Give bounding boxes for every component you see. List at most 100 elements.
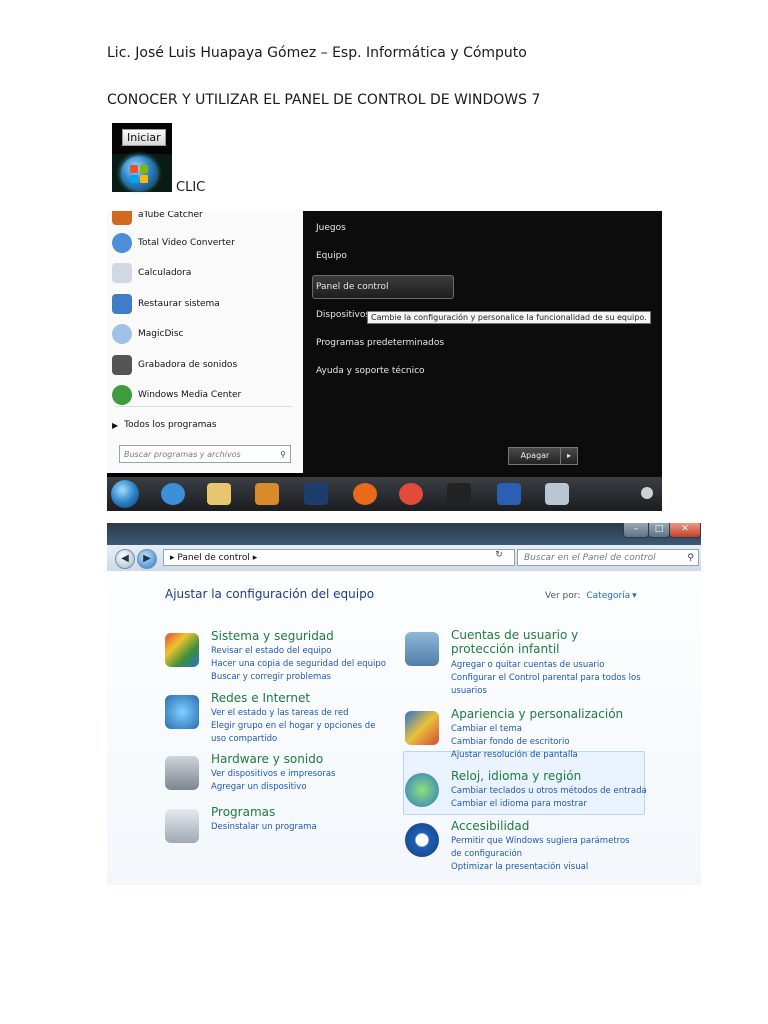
category-link[interactable]: Cambiar fondo de escritorio [451, 736, 651, 749]
shutdown-options-button[interactable]: ▸ [560, 447, 578, 465]
category-link[interactable]: Elegir grupo en el hogar y opciones de u… [211, 720, 391, 746]
windows-orb-icon [121, 156, 157, 190]
navigation-bar: ◀ ▶ ▸ Panel de control ▸ ↻ Buscar en el … [107, 545, 701, 571]
close-button[interactable]: ✕ [669, 523, 701, 538]
category-link[interactable]: Ver dispositivos e impresoras [211, 768, 411, 781]
start-item-atube[interactable]: aTube Catcher [112, 211, 203, 229]
panel-control-tooltip: Cambie la configuración y personalice la… [367, 311, 651, 324]
category-link[interactable]: Ver el estado y las tareas de red [211, 707, 391, 720]
category-accesibilidad: Accesibilidad Permitir que Windows sugie… [405, 819, 645, 875]
printer-icon [165, 756, 199, 790]
atube-icon [112, 211, 132, 225]
start-item-total-video[interactable]: Total Video Converter [112, 229, 235, 257]
start-menu-divider [115, 406, 293, 407]
arrow-right-icon: ▶ [112, 420, 119, 430]
start-search-input[interactable]: Buscar programas y archivos ⚲ [119, 445, 291, 463]
maximize-button[interactable]: □ [648, 523, 670, 538]
category-programas: Programas Desinstalar un programa [165, 805, 405, 845]
control-panel-screenshot: – □ ✕ ◀ ▶ ▸ Panel de control ▸ ↻ Buscar … [107, 523, 701, 885]
refresh-icon[interactable]: ↻ [491, 550, 507, 565]
breadcrumb-arrow-icon: ▸ [249, 553, 258, 563]
view-by-selector: Ver por: Categoría ▾ [545, 591, 637, 601]
start-item-media-center[interactable]: Windows Media Center [112, 381, 241, 409]
magicdisc-icon [112, 324, 132, 344]
start-item-restaurar[interactable]: Restaurar sistema [112, 290, 220, 318]
category-link[interactable]: Agregar un dispositivo [211, 781, 411, 794]
paint-icon[interactable] [545, 483, 569, 505]
all-programs-link[interactable]: ▶ Todos los programas [112, 411, 217, 439]
control-panel-content: Ajustar la configuración del equipo Ver … [107, 571, 701, 885]
category-link[interactable]: Desinstalar un programa [211, 821, 411, 834]
author-line: Lic. José Luis Huapaya Gómez – Esp. Info… [107, 45, 527, 61]
category-link[interactable]: Configurar el Control parental para todo… [451, 672, 641, 698]
chrome-icon[interactable] [399, 483, 423, 505]
start-menu-right-pane: Juegos Equipo Panel de control Dispositi… [303, 211, 662, 477]
start-item-grabadora[interactable]: Grabadora de sonidos [112, 351, 237, 379]
media-player-icon[interactable] [255, 483, 279, 505]
accessibility-icon [405, 823, 439, 857]
programs-icon [165, 809, 199, 843]
category-link[interactable]: Revisar el estado del equipo [211, 645, 411, 658]
total-video-icon [112, 233, 132, 253]
photoshop-icon[interactable] [304, 483, 328, 505]
category-link[interactable]: Cambiar teclados u otros métodos de entr… [451, 785, 651, 798]
category-title[interactable]: Accesibilidad [451, 819, 529, 833]
category-title[interactable]: Cuentas de usuario y protección infantil [451, 628, 631, 656]
taskbar [107, 477, 662, 511]
search-icon: ⚲ [280, 450, 286, 459]
back-button[interactable]: ◀ [115, 549, 135, 569]
windows-orb-image[interactable] [112, 154, 172, 192]
start-link-juegos[interactable]: Juegos [316, 223, 346, 233]
firefox-icon[interactable] [353, 483, 377, 505]
category-title[interactable]: Programas [211, 805, 275, 819]
security-shield-icon [165, 633, 199, 667]
start-link-dispositivos[interactable]: Dispositivos [316, 310, 370, 320]
category-hardware-sonido: Hardware y sonido Ver dispositivos e imp… [165, 752, 405, 792]
start-menu-program-list: aTube Catcher Total Video Converter Calc… [107, 211, 303, 473]
folder-icon[interactable] [207, 483, 231, 505]
category-link[interactable]: Cambiar el tema [451, 723, 651, 736]
window-titlebar: – □ ✕ [107, 523, 701, 545]
category-cuentas-usuario: Cuentas de usuario y protección infantil… [405, 628, 645, 698]
category-link[interactable]: Ajustar resolución de pantalla [451, 749, 651, 762]
users-icon [405, 632, 439, 666]
category-link[interactable]: Buscar y corregir problemas [211, 671, 411, 684]
address-bar[interactable]: ▸ Panel de control ▸ [163, 549, 515, 566]
start-link-programas-predeterminados[interactable]: Programas predeterminados [316, 338, 444, 348]
document-title: CONOCER Y UTILIZAR EL PANEL DE CONTROL D… [107, 92, 541, 108]
start-item-calculadora[interactable]: Calculadora [112, 259, 191, 287]
start-item-magicdisc[interactable]: MagicDisc [112, 320, 184, 348]
category-title[interactable]: Apariencia y personalización [451, 707, 623, 721]
category-title[interactable]: Sistema y seguridad [211, 629, 334, 643]
category-link[interactable]: Optimizar la presentación visual [451, 861, 641, 874]
tray-icon[interactable] [641, 487, 653, 499]
microphone-icon [112, 355, 132, 375]
category-link[interactable]: Permitir que Windows sugiera parámetros … [451, 835, 641, 861]
category-title[interactable]: Reloj, idioma y región [451, 769, 581, 783]
category-link[interactable]: Cambiar el idioma para mostrar [451, 798, 651, 811]
shutdown-button[interactable]: Apagar [508, 447, 562, 465]
calculator-icon [112, 263, 132, 283]
category-link[interactable]: Agregar o quitar cuentas de usuario [451, 659, 641, 672]
network-globe-icon [165, 695, 199, 729]
clic-label: CLIC [176, 180, 206, 195]
start-link-ayuda[interactable]: Ayuda y soporte técnico [316, 366, 425, 376]
category-link[interactable]: Hacer una copia de seguridad del equipo [211, 658, 411, 671]
system-restore-icon [112, 294, 132, 314]
usb-icon[interactable] [447, 483, 471, 505]
appearance-icon [405, 711, 439, 745]
start-orb-icon[interactable] [111, 480, 139, 508]
category-reloj-idioma: Reloj, idioma y región Cambiar teclados … [405, 769, 647, 813]
category-title[interactable]: Hardware y sonido [211, 752, 323, 766]
word-icon[interactable] [497, 483, 521, 505]
view-by-dropdown[interactable]: Categoría [586, 591, 630, 601]
minimize-button[interactable]: – [623, 523, 649, 538]
category-title[interactable]: Redes e Internet [211, 691, 310, 705]
internet-explorer-icon[interactable] [161, 483, 185, 505]
start-link-panel-de-control[interactable]: Panel de control [316, 282, 388, 292]
start-link-equipo[interactable]: Equipo [316, 251, 347, 261]
control-panel-search-input[interactable]: Buscar en el Panel de control ⚲ [517, 549, 699, 566]
category-apariencia: Apariencia y personalización Cambiar el … [405, 707, 645, 760]
breadcrumb-panel-de-control[interactable]: Panel de control [177, 553, 249, 563]
forward-button[interactable]: ▶ [137, 549, 157, 569]
